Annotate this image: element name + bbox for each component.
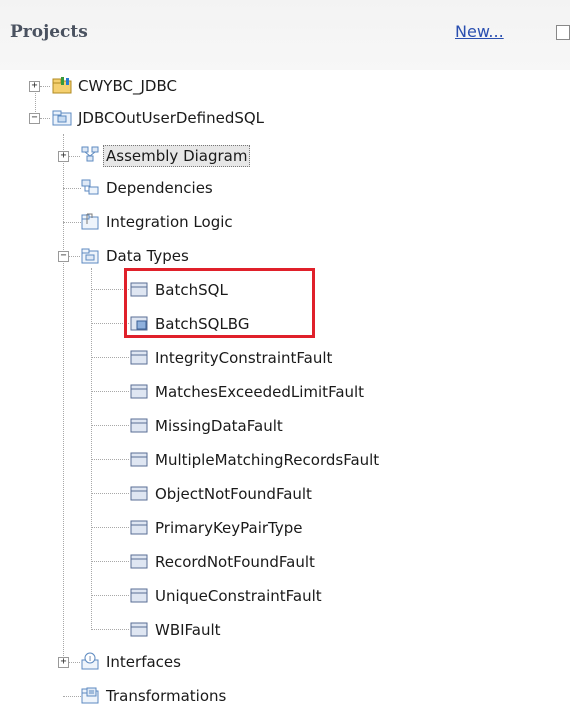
list-item-label: PrimaryKeyPairType: [155, 519, 303, 537]
tree-item-label: Interfaces: [106, 653, 181, 671]
expand-plus-icon[interactable]: +: [29, 81, 40, 92]
list-item-label: RecordNotFoundFault: [155, 553, 315, 571]
tree-item-label: Dependencies: [106, 179, 213, 197]
business-object-icon: [130, 554, 148, 569]
business-object-icon: [130, 486, 148, 501]
list-item-label: MissingDataFault: [155, 417, 283, 435]
panel-title: Projects: [10, 22, 88, 42]
tree-item-label: CWYBC_JDBC: [78, 77, 177, 95]
dependencies-icon: [81, 179, 99, 195]
business-object-icon: [130, 588, 148, 603]
module-folder-icon: [52, 110, 72, 126]
tree-item-label: Data Types: [106, 247, 189, 265]
business-object-icon: [130, 622, 148, 637]
business-object-icon: [130, 350, 148, 365]
expand-plus-icon[interactable]: +: [58, 151, 69, 162]
collapse-minus-icon[interactable]: −: [58, 251, 69, 262]
list-item-label: ObjectNotFoundFault: [155, 485, 312, 503]
minimize-icon[interactable]: [556, 25, 570, 40]
collapse-minus-icon[interactable]: −: [29, 113, 40, 124]
transformations-icon: [81, 687, 99, 704]
highlight-annotation: [124, 268, 315, 338]
projects-panel: Projects New... + CWYBC_JDBC − JDBCOutUs…: [0, 0, 570, 719]
list-item-label: WBIFault: [155, 621, 221, 639]
list-item-label: MatchesExceededLimitFault: [155, 383, 365, 401]
panel-header: Projects New...: [0, 0, 570, 70]
data-types-folder-icon: [81, 248, 99, 264]
list-item-label: MultipleMatchingRecordsFault: [155, 451, 380, 469]
list-item-label: UniqueConstraintFault: [155, 587, 322, 605]
tree-item-label: JDBCOutUserDefinedSQL: [78, 109, 265, 127]
svg-text:I: I: [89, 655, 91, 663]
expand-plus-icon[interactable]: +: [58, 657, 69, 668]
assembly-diagram-icon: [81, 146, 99, 162]
tree-item-label: Integration Logic: [106, 213, 233, 231]
list-item-label: IntegrityConstraintFault: [155, 349, 333, 367]
tree-item-label: Assembly Diagram: [103, 145, 251, 167]
project-folder-icon: [52, 77, 72, 94]
business-object-icon: [130, 520, 148, 535]
business-object-icon: [130, 418, 148, 433]
new-project-link[interactable]: New...: [455, 22, 504, 41]
business-object-icon: [130, 452, 148, 467]
tree-item-label: Transformations: [106, 687, 227, 705]
interfaces-icon: I: [81, 652, 99, 670]
business-object-icon: [130, 384, 148, 399]
integration-logic-icon: [81, 213, 99, 230]
